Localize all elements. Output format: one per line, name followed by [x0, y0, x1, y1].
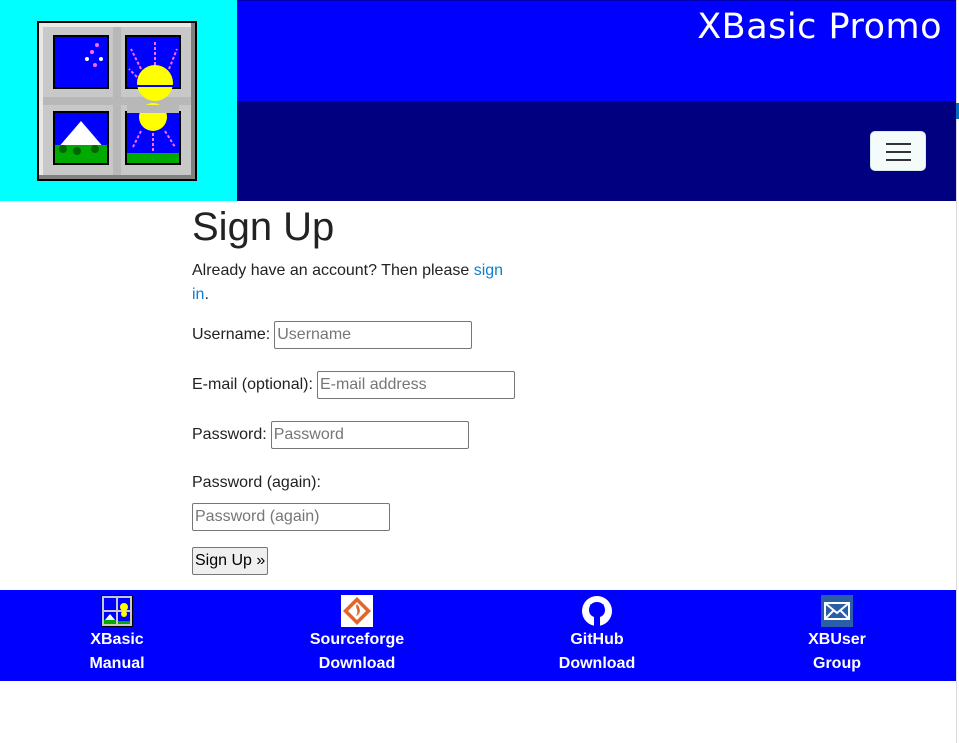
password-input[interactable] [270, 421, 469, 449]
site-header: XBasic Promo [0, 0, 956, 201]
password-again-label: Password (again): [192, 474, 321, 491]
hamburger-line [886, 159, 911, 161]
footer-item-line2: Group [813, 655, 861, 672]
site-title[interactable]: XBasic Promo [697, 7, 942, 47]
logo-area[interactable] [0, 0, 237, 201]
footer-nav: XBasic Manual Sourceforge Download GitHu… [0, 590, 956, 681]
intro-text: Already have an account? Then please [192, 262, 474, 279]
navbar [237, 101, 956, 201]
username-input[interactable] [274, 321, 473, 349]
footer-item-line1: XBUser [808, 631, 866, 648]
footer-item-line2: Download [318, 655, 396, 672]
footer-item-line1: Sourceforge [309, 631, 405, 648]
footer-item-xbasic-manual[interactable]: XBasic Manual [42, 595, 192, 676]
footer-item-line2: Manual [89, 655, 145, 672]
sourceforge-icon [341, 595, 373, 627]
footer-item-xbuser-group[interactable]: XBUser Group [762, 595, 912, 676]
signin-prompt: Already have an account? Then please sig… [192, 259, 512, 307]
footer-item-line1: XBasic [90, 631, 144, 648]
hamburger-line [886, 151, 911, 153]
password-again-input[interactable] [192, 503, 390, 531]
username-label: Username: [192, 326, 271, 343]
mail-group-icon [821, 595, 853, 627]
intro-end: . [204, 286, 209, 303]
password-label: Password: [192, 426, 267, 443]
xbasic-manual-icon [101, 595, 133, 627]
signup-submit-button[interactable]: Sign Up » [192, 547, 269, 575]
email-row: E-mail (optional): [192, 371, 515, 399]
header-title-band: XBasic Promo [237, 0, 956, 101]
email-label: E-mail (optional): [192, 376, 313, 393]
footer-item-line1: GitHub [570, 631, 624, 648]
hamburger-menu-icon [886, 143, 911, 145]
password-row: Password: [192, 421, 469, 449]
email-input[interactable] [316, 371, 515, 399]
page-title: Sign Up [192, 205, 335, 249]
footer-item-sourceforge[interactable]: Sourceforge Download [282, 595, 432, 676]
xbasic-window-logo-icon [37, 21, 197, 181]
menu-toggle-button[interactable] [870, 131, 926, 171]
footer-item-line2: Download [558, 655, 636, 672]
footer-item-github[interactable]: GitHub Download [522, 595, 672, 676]
github-icon [582, 596, 612, 626]
username-row: Username: [192, 321, 473, 349]
signup-form: Sign Up Already have an account? Then pl… [192, 201, 522, 575]
